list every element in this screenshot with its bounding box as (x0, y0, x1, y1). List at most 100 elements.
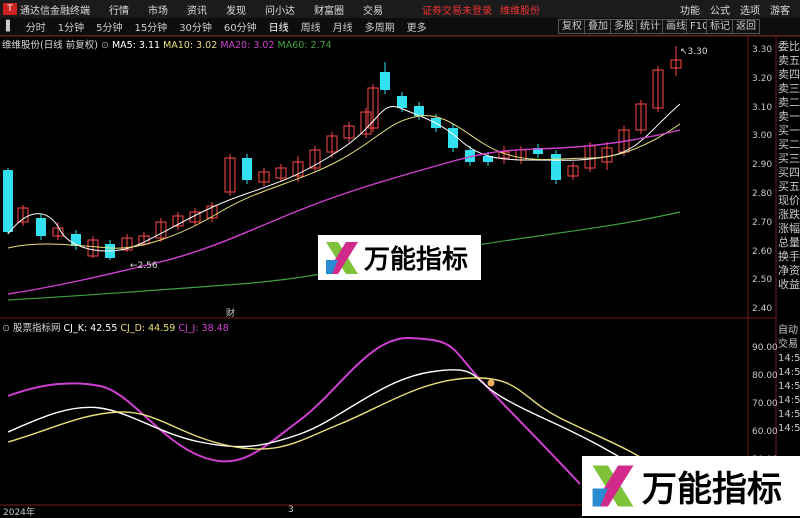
price-tick-label: 2.60 (752, 246, 773, 257)
price-tick-label: 2.50 (752, 275, 773, 286)
tab-timeframe[interactable]: 月线 (333, 19, 353, 34)
candle-body (343, 125, 355, 139)
k-label: CJ_K: 42.55 (63, 323, 118, 334)
low-price-marker: ←2.56 (130, 261, 158, 271)
order-book-label: 买四 (778, 166, 800, 179)
order-book-label: 收益 (778, 278, 800, 291)
sidebar-toggle-icon[interactable]: ▌ (6, 21, 14, 32)
candle-body (36, 218, 46, 236)
app-logo-icon: T (3, 3, 17, 15)
order-book-label: 卖五 (778, 54, 800, 67)
candle-body (533, 148, 543, 154)
order-book-label: 买二 (778, 138, 800, 151)
candle-body (17, 207, 29, 223)
menu-item[interactable]: 行情 (109, 2, 129, 17)
candle-body (258, 171, 270, 183)
candle-body (138, 235, 150, 245)
ma20-label: MA20: 3.02 (220, 40, 275, 51)
order-book-label: 净资 (778, 264, 800, 277)
candle-body (397, 96, 407, 108)
d-line (7, 377, 661, 471)
indicator-tick-label: 80.00 (752, 371, 778, 381)
order-book-label: 卖四 (778, 68, 800, 81)
menu-right-item[interactable]: 公式 (710, 2, 730, 17)
menu-item[interactable]: 财富圈 (314, 2, 344, 17)
candle-body (465, 150, 475, 162)
indicator-title: ⊙ 股票指标网 CJ_K: 42.55 CJ_D: 44.59 CJ_J: 38… (2, 320, 229, 334)
order-book-label: 买一 (778, 124, 800, 137)
settings-icon[interactable]: ⊙ (101, 40, 112, 51)
tab-timeframe-active[interactable]: 日线 (269, 19, 289, 34)
menu-right-item[interactable]: 游客 (770, 2, 790, 17)
price-tick-label: 3.00 (752, 131, 773, 142)
tab-timeframe[interactable]: 30分钟 (179, 19, 212, 34)
tab-timeframe[interactable]: 1分钟 (58, 19, 84, 34)
ma60-label: MA60: 2.74 (277, 40, 332, 51)
menu-right-item[interactable]: 功能 (680, 2, 700, 17)
order-book-label: 涨幅 (778, 222, 800, 235)
adjust-button[interactable]: 复权 (558, 19, 586, 34)
back-button[interactable]: 返回 (732, 19, 760, 34)
candle-body (121, 237, 133, 251)
tab-timeframe[interactable]: 15分钟 (134, 19, 167, 34)
order-book-label: 总量 (778, 236, 800, 249)
menu-item[interactable]: 资讯 (187, 2, 207, 17)
candle-body (275, 167, 287, 179)
menu-item[interactable]: 市场 (148, 2, 168, 17)
tab-timeframe[interactable]: 分时 (26, 19, 46, 34)
tab-timeframe[interactable]: 多周期 (365, 19, 395, 34)
price-tick-label: 2.70 (752, 217, 773, 228)
stats-button[interactable]: 统计 (636, 19, 664, 34)
watermark-logo: 万能指标 (318, 235, 481, 280)
x-axis-label: 3 (288, 505, 294, 515)
candle-body (292, 161, 304, 177)
order-book-label: 卖一 (778, 110, 800, 123)
candle-body (567, 165, 579, 177)
tick-time-label: 14:58 (778, 423, 800, 434)
tick-time-label: 14:58 (778, 409, 800, 420)
tab-timeframe[interactable]: 更多 (407, 19, 427, 34)
finance-marker[interactable]: 财 (226, 306, 235, 319)
tab-timeframe[interactable]: 60分钟 (224, 19, 257, 34)
menu-item[interactable]: 发现 (226, 2, 246, 17)
overlay-button[interactable]: 叠加 (584, 19, 612, 34)
candle-body (87, 239, 99, 257)
candle-body (618, 129, 630, 153)
candle-body (189, 211, 201, 223)
indicator-tick-label: 70.00 (752, 399, 778, 409)
mark-button[interactable]: 标记 (706, 19, 734, 34)
menu-item[interactable]: 问小达 (265, 2, 295, 17)
candle-body (360, 111, 372, 135)
candle-body (652, 69, 664, 109)
period-toolbar: ▌ 分时 1分钟 5分钟 15分钟 30分钟 60分钟 日线 周线 月线 多周期… (0, 18, 800, 36)
login-notice[interactable]: 证券交易未登录 (422, 2, 492, 17)
price-tick-label: 3.10 (752, 102, 773, 113)
candle-body (635, 103, 647, 131)
menu-item[interactable]: 交易 (363, 2, 383, 17)
order-book-label: 委比 (778, 40, 800, 53)
candle-body (224, 157, 236, 193)
menu-right-item[interactable]: 选项 (740, 2, 760, 17)
candle-body (498, 151, 510, 159)
order-book-label: 换手 (778, 250, 800, 263)
watermark-icon (326, 241, 358, 274)
indicator-name: 股票指标网 (12, 323, 61, 334)
tab-timeframe[interactable]: 5分钟 (96, 19, 122, 34)
menu-bar: T 通达信金融终端 行情 市场 资讯 发现 问小达 财富圈 交易 证券交易未登录… (0, 0, 800, 18)
order-book-label: 涨跌 (778, 208, 800, 221)
stock-link[interactable]: 维维股份 (500, 2, 540, 17)
candle-body (367, 87, 379, 129)
order-book-panel: 委比 卖五 卖四 卖三 卖二 卖一 买一 买二 买三 买四 买五 现价 涨跌 涨幅 总量 换手 净资 收益 (778, 40, 800, 292)
candle-body (309, 149, 321, 169)
order-book-label: 买五 (778, 180, 800, 193)
multi-stock-button[interactable]: 多股 (610, 19, 638, 34)
indicator-tick-label: 90.00 (752, 343, 778, 353)
indicator-settings-icon[interactable]: ⊙ (2, 323, 13, 334)
tab-timeframe[interactable]: 周线 (301, 19, 321, 34)
watermark-logo-large: 万能指标 (582, 456, 800, 516)
order-book-label: 卖二 (778, 96, 800, 109)
ma5-label: MA5: 3.11 (111, 40, 161, 51)
ma10-label: MA10: 3.02 (163, 40, 218, 51)
indicator-tick-label: 60.00 (752, 427, 778, 437)
candle-body (601, 147, 613, 163)
